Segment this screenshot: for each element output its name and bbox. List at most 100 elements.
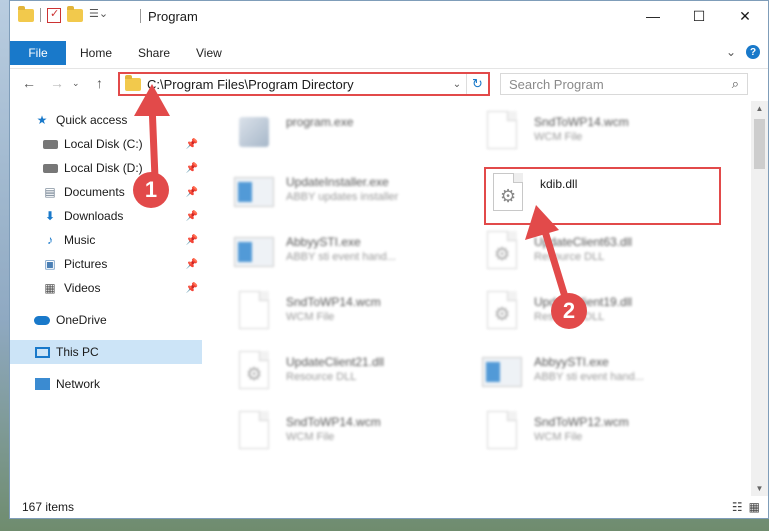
downloads-icon: ⬇: [44, 209, 56, 223]
file-description: WCM File: [534, 131, 583, 143]
sidebar-item-quick-access[interactable]: ★ Quick access: [34, 108, 202, 132]
application-icon: [234, 171, 274, 213]
file-item[interactable]: ⚙ UpdateClient21.dll Resource DLL: [234, 347, 464, 397]
sidebar-item-label: Music: [64, 233, 96, 247]
sidebar-item-label: This PC: [56, 345, 99, 359]
sidebar-item-network[interactable]: Network: [34, 372, 202, 396]
address-bar[interactable]: C:\Program Files\Program Directory ⌄ ↻: [118, 72, 490, 96]
sidebar-item-videos[interactable]: ▦ Videos 📌: [42, 276, 202, 300]
sidebar-item-label: Videos: [64, 281, 101, 295]
scrollbar-thumb[interactable]: [754, 119, 765, 169]
tab-file[interactable]: File: [10, 41, 66, 65]
refresh-icon[interactable]: ↻: [466, 74, 488, 94]
large-icons-view-icon[interactable]: ▦: [749, 500, 760, 514]
sidebar-item-label: Local Disk (C:): [64, 137, 143, 151]
sidebar-item-onedrive[interactable]: OneDrive: [34, 308, 202, 332]
file-item[interactable]: program.exe: [234, 107, 464, 157]
pin-icon[interactable]: 📌: [186, 235, 198, 246]
application-icon: [234, 231, 274, 273]
drive-icon: [42, 161, 58, 175]
sidebar-item-label: Documents: [64, 185, 125, 199]
file-name: AbbyySTI.exe: [286, 235, 361, 249]
scroll-down-icon[interactable]: ▼: [751, 484, 768, 493]
file-item[interactable]: ⚙ UpdateClient63.dll Resource DLL: [482, 227, 712, 277]
file-name: UpdateClient63.dll: [534, 235, 633, 249]
document-icon: [234, 411, 274, 453]
pin-icon[interactable]: 📌: [186, 283, 198, 294]
title-bar: ☰⌄ Program — ☐ ✕: [10, 1, 768, 31]
up-arrow-icon[interactable]: ↑: [96, 75, 103, 91]
expand-ribbon-icon[interactable]: ⌄: [726, 45, 736, 59]
file-name: AbbyySTI.exe: [534, 355, 609, 369]
file-item[interactable]: ⚙ UpdateClient19.dll Resource DLL: [482, 287, 712, 337]
file-name: SndToWP14.wcm: [286, 295, 381, 309]
sidebar-item-local-disk-d[interactable]: Local Disk (D:) 📌: [42, 156, 202, 180]
scroll-up-icon[interactable]: ▲: [751, 104, 768, 113]
sidebar-item-local-disk-c[interactable]: Local Disk (C:) 📌: [42, 132, 202, 156]
file-name: UpdateInstaller.exe: [286, 175, 389, 189]
view-toggle: ☷ ▦: [732, 500, 760, 514]
network-icon: [34, 377, 50, 391]
sidebar-item-documents[interactable]: ▤ Documents 📌: [42, 180, 202, 204]
file-name: SndToWP12.wcm: [534, 415, 629, 429]
window-title: Program: [148, 9, 198, 24]
sidebar-item-label: Quick access: [56, 113, 128, 127]
new-folder-icon[interactable]: [67, 5, 83, 22]
sidebar-item-this-pc[interactable]: This PC: [10, 340, 202, 364]
file-description: Resource DLL: [286, 371, 357, 383]
pin-icon[interactable]: 📌: [186, 259, 198, 270]
file-item[interactable]: SndToWP14.wcm WCM File: [234, 287, 464, 337]
sidebar-item-label: Local Disk (D:): [64, 161, 143, 175]
document-icon: [482, 411, 522, 453]
pin-icon[interactable]: 📌: [186, 211, 198, 222]
tab-share[interactable]: Share: [138, 46, 170, 60]
file-name: program.exe: [286, 115, 354, 129]
pin-icon[interactable]: 📌: [186, 139, 198, 150]
close-button[interactable]: ✕: [722, 1, 768, 31]
sidebar-item-label: Downloads: [64, 209, 124, 223]
file-item[interactable]: UpdateInstaller.exe ABBY updates install…: [234, 167, 464, 217]
tab-home[interactable]: Home: [80, 46, 112, 60]
file-explorer-window: ☰⌄ Program — ☐ ✕ File Home Share View ⌄ …: [9, 0, 769, 519]
customize-qat-icon[interactable]: ☰⌄: [89, 7, 108, 23]
folder-icon[interactable]: [18, 5, 34, 22]
file-name: UpdateClient21.dll: [286, 355, 385, 369]
minimize-button[interactable]: —: [630, 1, 676, 31]
file-item[interactable]: SndToWP14.wcm WCM File: [482, 107, 712, 157]
sidebar-item-pictures[interactable]: ▣ Pictures 📌: [42, 252, 202, 276]
document-icon: [482, 111, 522, 153]
file-item[interactable]: AbbyySTI.exe ABBY sti event hand...: [234, 227, 464, 277]
onedrive-icon: [34, 313, 50, 327]
file-item[interactable]: SndToWP14.wcm WCM File: [234, 407, 464, 457]
file-item[interactable]: AbbyySTI.exe ABBY sti event hand...: [482, 347, 712, 397]
pin-icon[interactable]: 📌: [186, 163, 198, 174]
search-icon: ⌕: [731, 76, 739, 91]
sidebar-item-downloads[interactable]: ⬇ Downloads 📌: [42, 204, 202, 228]
properties-icon[interactable]: [47, 7, 61, 23]
sidebar-item-label: OneDrive: [56, 313, 107, 327]
status-bar: 167 items ☷ ▦: [10, 496, 768, 518]
vertical-scrollbar[interactable]: ▲ ▼: [751, 101, 768, 496]
dll-file-icon: ⚙: [234, 351, 274, 393]
file-description: Resource DLL: [534, 251, 605, 263]
address-dropdown-icon[interactable]: ⌄: [448, 79, 466, 90]
back-arrow-icon[interactable]: ←: [22, 75, 36, 91]
file-item[interactable]: SndToWP12.wcm WCM File: [482, 407, 712, 457]
address-path[interactable]: C:\Program Files\Program Directory: [147, 77, 448, 92]
details-view-icon[interactable]: ☷: [732, 500, 743, 514]
navigation-pane: ★ Quick access Local Disk (C:) 📌 Local D…: [10, 101, 206, 496]
highlight-box-kdib-dll: [484, 167, 721, 225]
recent-locations-chevron-icon[interactable]: ⌄: [72, 78, 80, 89]
file-description: WCM File: [534, 431, 583, 443]
drive-icon: [42, 137, 58, 151]
dll-file-icon: ⚙: [482, 291, 522, 333]
search-placeholder: Search Program: [509, 76, 604, 92]
file-description: ABBY updates installer: [286, 191, 399, 203]
tab-view[interactable]: View: [196, 46, 222, 60]
forward-arrow-icon[interactable]: →: [50, 75, 64, 91]
maximize-button[interactable]: ☐: [676, 1, 722, 31]
search-input[interactable]: Search Program ⌕: [500, 73, 748, 95]
pin-icon[interactable]: 📌: [186, 187, 198, 198]
help-icon[interactable]: ?: [746, 45, 760, 59]
sidebar-item-music[interactable]: ♪ Music 📌: [42, 228, 202, 252]
